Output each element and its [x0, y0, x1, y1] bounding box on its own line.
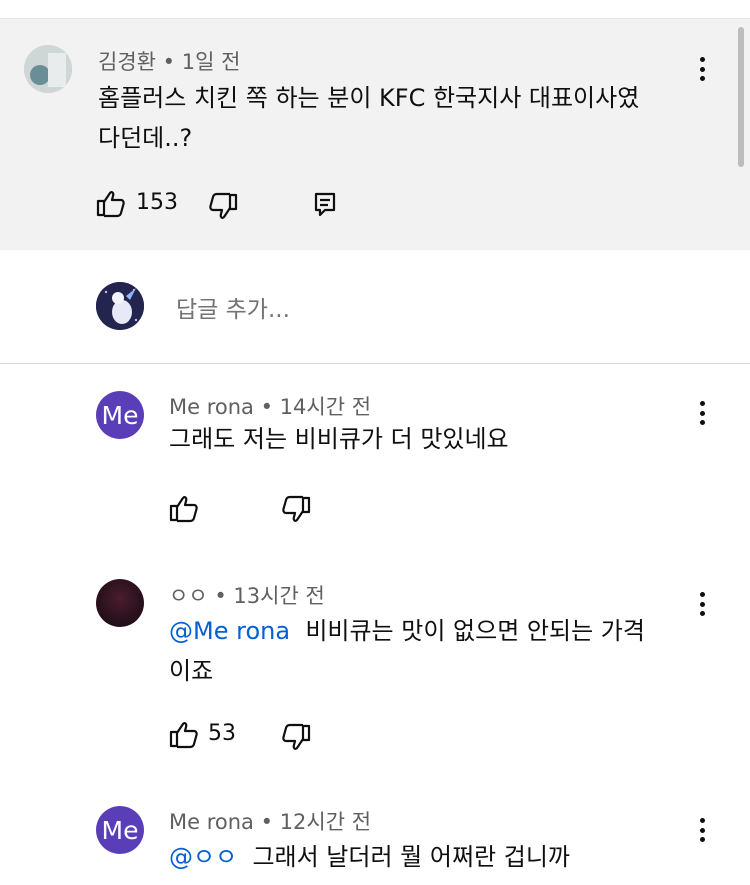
- reply-author-name[interactable]: ㅇㅇ: [169, 584, 208, 608]
- reply-author-avatar[interactable]: Me: [96, 391, 144, 439]
- parent-author-avatar[interactable]: [24, 45, 72, 93]
- avatar-initials: Me: [101, 400, 139, 430]
- separator-dot: •: [260, 810, 273, 834]
- reply-time: 12시간 전: [279, 810, 372, 834]
- reply-author-avatar[interactable]: [96, 579, 144, 627]
- parent-like-count: 153: [136, 190, 178, 215]
- dislike-icon[interactable]: [208, 192, 238, 220]
- reply-author-name[interactable]: Me rona: [169, 395, 254, 419]
- reply-text-line-2: 이죠: [169, 657, 214, 685]
- separator-dot: •: [214, 584, 227, 608]
- reply-author-avatar[interactable]: Me: [96, 806, 144, 854]
- reply-like-count: 53: [208, 721, 236, 746]
- reply-meta: Me rona • 14시간 전: [169, 391, 371, 421]
- mention-link[interactable]: @Me rona: [169, 617, 290, 645]
- dislike-icon[interactable]: [281, 723, 311, 751]
- reply-meta: ㅇㅇ • 13시간 전: [169, 580, 325, 610]
- reply-text-content: 비비큐는 맛이 없으면 안되는 가격: [305, 617, 645, 645]
- parent-author-name[interactable]: 김경환: [98, 50, 156, 74]
- reply-time: 13시간 전: [233, 584, 325, 608]
- scrollbar[interactable]: [738, 27, 744, 167]
- reply-comment-icon[interactable]: [313, 191, 337, 217]
- reply-text: @ㅇㅇ 그래서 날더러 뭘 어쩌란 겁니까: [169, 837, 709, 877]
- like-icon[interactable]: [169, 721, 199, 749]
- reply-more-actions-button[interactable]: [690, 399, 714, 427]
- add-reply-input[interactable]: 답글 추가...: [176, 290, 290, 324]
- reply-meta: Me rona • 12시간 전: [169, 806, 371, 836]
- avatar-initials: Me: [101, 815, 139, 845]
- reply-text-content: 그래서 날더러 뭘 어쩌란 겁니까: [252, 843, 570, 871]
- parent-comment-time: 1일 전: [181, 50, 241, 74]
- parent-comment-line-1: 홈플러스 치킨 쪽 하는 분이 KFC 한국지사 대표이사였: [98, 84, 640, 112]
- reply-time: 14시간 전: [279, 395, 372, 419]
- current-user-avatar: [96, 282, 144, 330]
- separator-dot: •: [260, 395, 273, 419]
- like-icon[interactable]: [169, 495, 199, 523]
- dislike-icon[interactable]: [281, 495, 311, 523]
- parent-comment-meta: 김경환 • 1일 전: [98, 46, 240, 76]
- parent-comment-line-2: 다던데..?: [98, 124, 193, 152]
- reply-text: 그래도 저는 비비큐가 더 맛있네요: [169, 425, 509, 453]
- like-icon[interactable]: [96, 190, 126, 218]
- mention-link[interactable]: @ㅇㅇ: [169, 843, 237, 871]
- reply-text-line-1: @Me rona 비비큐는 맛이 없으면 안되는 가격: [169, 611, 709, 651]
- reply-text: @Me rona 비비큐는 맛이 없으면 안되는 가격 이죠: [169, 611, 709, 691]
- reply-author-name[interactable]: Me rona: [169, 810, 254, 834]
- reply-box-divider: [0, 363, 750, 364]
- parent-comment-text: 홈플러스 치킨 쪽 하는 분이 KFC 한국지사 대표이사였 다던데..?: [98, 78, 718, 158]
- separator-dot: •: [162, 50, 176, 74]
